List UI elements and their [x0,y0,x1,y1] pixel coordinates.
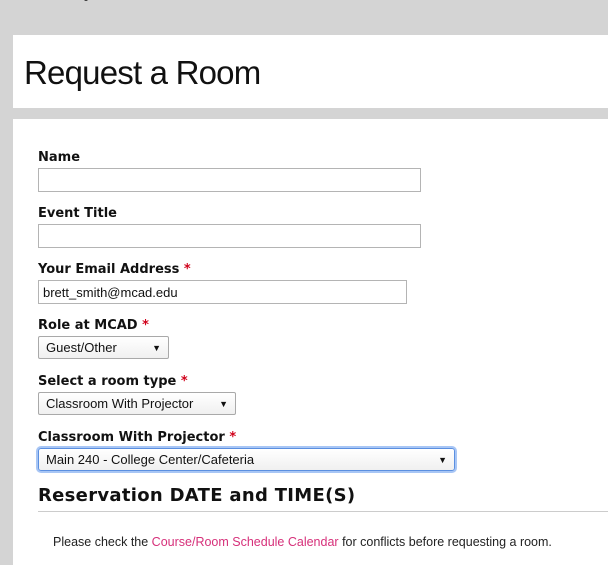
role-select-value: Guest/Other [46,340,117,355]
classroom-select[interactable]: Main 240 - College Center/Cafeteria ▼ [38,448,455,471]
event-title-field-group: Event Title [38,206,421,248]
email-label: Your Email Address * [38,262,191,277]
required-marker: * [183,262,191,277]
role-label: Role at MCAD * [38,318,149,333]
page-header: Request a Room [13,35,608,108]
reservation-section-heading: Reservation DATE and TIME(S) [38,485,356,506]
event-title-label: Event Title [38,206,117,221]
chevron-down-icon: ▼ [219,399,228,409]
chevron-down-icon: ▼ [438,455,447,465]
classroom-field-group: Classroom With Projector * Main 240 - Co… [38,430,455,471]
page-title: Request a Room [24,54,261,91]
cut-off-text-fragment [84,0,88,1]
role-select[interactable]: Guest/Other ▼ [38,336,169,359]
email-field-group: Your Email Address * [38,262,407,304]
name-field-group: Name [38,150,421,192]
event-title-input[interactable] [38,224,421,248]
role-field-group: Role at MCAD * Guest/Other ▼ [38,318,169,359]
schedule-notice: Please check the Course/Room Schedule Ca… [53,535,552,549]
classroom-select-value: Main 240 - College Center/Cafeteria [46,452,255,467]
chevron-down-icon: ▼ [152,343,161,353]
room-type-field-group: Select a room type * Classroom With Proj… [38,374,236,415]
name-input[interactable] [38,168,421,192]
top-strip [0,0,608,34]
room-type-label: Select a room type * [38,374,188,389]
required-marker: * [142,318,149,333]
section-divider [38,511,608,512]
room-request-form: Name Event Title Your Email Address * Ro… [13,119,608,565]
name-label: Name [38,150,81,165]
schedule-calendar-link[interactable]: Course/Room Schedule Calendar [152,535,339,549]
room-type-select-value: Classroom With Projector [46,396,194,411]
email-input[interactable] [38,280,407,304]
classroom-label: Classroom With Projector * [38,430,237,445]
required-marker: * [229,430,237,445]
required-marker: * [180,374,188,389]
room-type-select[interactable]: Classroom With Projector ▼ [38,392,236,415]
